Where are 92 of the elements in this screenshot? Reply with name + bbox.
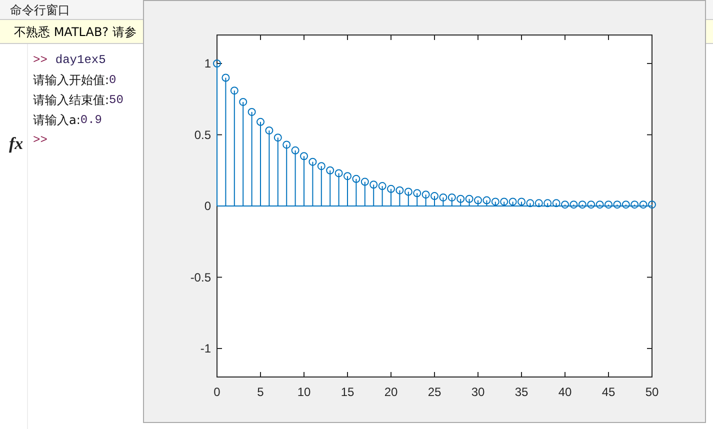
point	[396, 186, 404, 194]
stem-marker	[613, 200, 622, 209]
command-prompt: >>	[33, 132, 48, 149]
tick-label: 25	[428, 385, 442, 399]
point	[265, 126, 274, 134]
point	[474, 196, 482, 204]
stem-marker	[570, 200, 578, 209]
stem-marker	[500, 198, 508, 206]
tick-label: 35	[514, 385, 528, 399]
tick-label: 5	[257, 385, 264, 399]
tick-label: -1	[200, 342, 211, 356]
point	[239, 98, 248, 106]
prompt-text: 请输入结束值:	[33, 92, 110, 109]
point	[378, 182, 386, 190]
prompt-text: 请输入开始值:	[33, 72, 110, 89]
point	[439, 193, 448, 202]
stem-marker	[308, 158, 317, 206]
tick-label: 10	[297, 385, 311, 399]
tick-label: 15	[340, 385, 354, 399]
stem-marker	[587, 200, 596, 209]
stem-marker	[439, 193, 448, 206]
command-prompt: >>	[33, 52, 48, 69]
tick-label: 20	[384, 385, 398, 399]
prompt-text: 请输入a:	[33, 112, 80, 129]
point	[317, 162, 326, 170]
point	[404, 188, 412, 196]
point	[352, 174, 360, 183]
stem-marker	[396, 186, 404, 206]
stem-marker	[534, 199, 543, 208]
point	[256, 118, 264, 126]
point	[387, 184, 395, 193]
stem-marker	[526, 199, 534, 208]
point	[222, 74, 230, 82]
stem-marker	[491, 198, 500, 206]
stem-marker	[630, 200, 639, 209]
tick-label: 1	[204, 56, 211, 70]
tick-label: 0	[214, 385, 220, 399]
stem-marker	[622, 200, 630, 209]
stem-marker	[544, 199, 552, 208]
tick-label: 0	[204, 199, 211, 213]
stem-marker	[291, 146, 300, 206]
point	[422, 190, 430, 199]
point	[308, 158, 317, 166]
stem-marker	[317, 162, 326, 206]
stem-marker	[448, 193, 456, 206]
stem-marker	[482, 196, 491, 206]
point	[456, 194, 465, 203]
tick-label: 40	[558, 385, 572, 399]
point	[465, 194, 474, 203]
tick-label: 30	[471, 385, 485, 399]
point	[334, 169, 343, 178]
function-icon[interactable]: fx	[9, 135, 24, 153]
point	[230, 86, 238, 95]
point	[326, 166, 334, 174]
stem-marker	[334, 169, 343, 206]
point	[213, 60, 221, 68]
point	[370, 180, 378, 189]
stem-marker	[378, 182, 386, 206]
point	[482, 196, 491, 204]
tick-label: 50	[645, 385, 659, 399]
point	[413, 189, 422, 198]
tick-label: -0.5	[190, 270, 211, 284]
stem-marker	[552, 199, 560, 208]
point	[300, 152, 308, 160]
tick-label: 45	[602, 385, 616, 399]
stem-marker	[282, 140, 291, 206]
point	[448, 193, 456, 202]
tick-label: 0.5	[194, 128, 211, 142]
stem-marker	[508, 198, 517, 206]
stem-marker	[456, 194, 465, 206]
point	[430, 192, 438, 200]
command-text: day1ex5	[55, 52, 106, 69]
point	[360, 178, 369, 186]
input-value: 0.9	[80, 112, 102, 129]
point	[291, 146, 300, 154]
input-value: 0	[109, 72, 116, 89]
point	[248, 108, 256, 116]
stem-marker	[370, 180, 378, 206]
stem-marker	[465, 194, 474, 206]
point	[344, 172, 352, 180]
stem-marker	[639, 200, 648, 209]
input-value: 50	[109, 92, 124, 109]
stem-marker	[360, 178, 369, 206]
point	[274, 134, 282, 142]
stem-marker	[578, 200, 586, 209]
stem-marker	[596, 200, 604, 209]
stem-marker	[326, 166, 334, 206]
stem-marker	[404, 188, 412, 206]
stem-marker	[352, 174, 360, 206]
stem-marker	[422, 190, 430, 206]
point	[282, 140, 291, 149]
stem-marker	[413, 189, 422, 206]
